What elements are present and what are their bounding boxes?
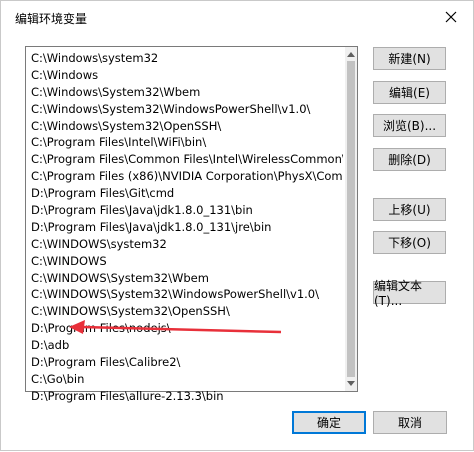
list-item[interactable]: C:\Program Files\Intel\WiFi\bin\ [28, 134, 343, 151]
list-item[interactable]: C:\Program Files\Common Files\Intel\Wire… [28, 151, 343, 168]
browse-button[interactable]: 浏览(B)... [373, 114, 446, 137]
list-item[interactable]: C:\WINDOWS\System32\Wbem [28, 270, 343, 287]
list-item[interactable]: C:\Windows [28, 67, 343, 84]
scroll-up-arrow-icon[interactable] [347, 52, 355, 57]
path-list[interactable]: C:\Windows\system32 C:\Windows C:\Windows\… [25, 46, 358, 403]
list-item[interactable]: C:\Windows\System32\OpenSSH\ [28, 118, 343, 135]
list-item[interactable]: C:\WINDOWS\system32 [28, 236, 343, 253]
vertical-scrollbar[interactable] [345, 47, 357, 391]
list-item[interactable]: C:\WINDOWS\System32\OpenSSH\ [28, 303, 343, 320]
list-item[interactable]: D:\adb [28, 337, 343, 354]
delete-button[interactable]: 删除(D) [373, 148, 446, 171]
list-item[interactable]: D:\Program Files\nodejs\ [28, 320, 343, 337]
list-item[interactable]: C:\WINDOWS [28, 253, 343, 270]
list-item[interactable]: C:\Program Files (x86)\NVIDIA Corporatio… [28, 168, 343, 185]
ok-button[interactable]: 确定 [292, 411, 366, 434]
list-item[interactable]: C:\Windows\system32 [28, 50, 343, 67]
list-item[interactable]: C:\Windows\System32\WindowsPowerShell\v1… [28, 101, 343, 118]
edit-button[interactable]: 编辑(E) [373, 81, 446, 104]
new-button[interactable]: 新建(N) [373, 47, 446, 70]
list-item[interactable]: C:\WINDOWS\System32\WindowsPowerShell\v1… [28, 286, 343, 303]
list-item[interactable]: D:\Program Files\Git\cmd [28, 185, 343, 202]
edit-environment-variable-dialog: 编辑环境变量 C:\Windows\system32 C:\Windows C:\W… [0, 0, 474, 451]
edit-text-button[interactable]: 编辑文本(T)... [373, 279, 446, 308]
scrollbar-thumb[interactable] [347, 61, 355, 377]
title-bar: 编辑环境变量 [1, 1, 473, 33]
list-item[interactable]: D:\Program Files\Java\jdk1.8.0_131\bin [28, 202, 343, 219]
move-up-button[interactable]: 上移(U) [373, 198, 446, 221]
window-title: 编辑环境变量 [15, 12, 88, 26]
list-item[interactable]: C:\Windows\System32\Wbem [28, 84, 343, 101]
close-button[interactable] [437, 7, 465, 29]
scroll-down-arrow-icon[interactable] [347, 381, 355, 386]
move-down-button[interactable]: 下移(O) [373, 231, 446, 254]
cancel-button[interactable]: 取消 [373, 411, 447, 434]
list-item[interactable]: D:\Program Files\Java\jdk1.8.0_131\jre\b… [28, 219, 343, 236]
list-item[interactable]: D:\Program Files\Calibre2\ [28, 354, 343, 371]
path-list-items: C:\Windows\system32 C:\Windows C:\Windows\… [28, 50, 343, 405]
list-item[interactable]: C:\Go\bin [28, 371, 343, 388]
close-icon [445, 11, 457, 26]
list-item[interactable]: D:\Program Files\allure-2.13.3\bin [28, 388, 343, 405]
